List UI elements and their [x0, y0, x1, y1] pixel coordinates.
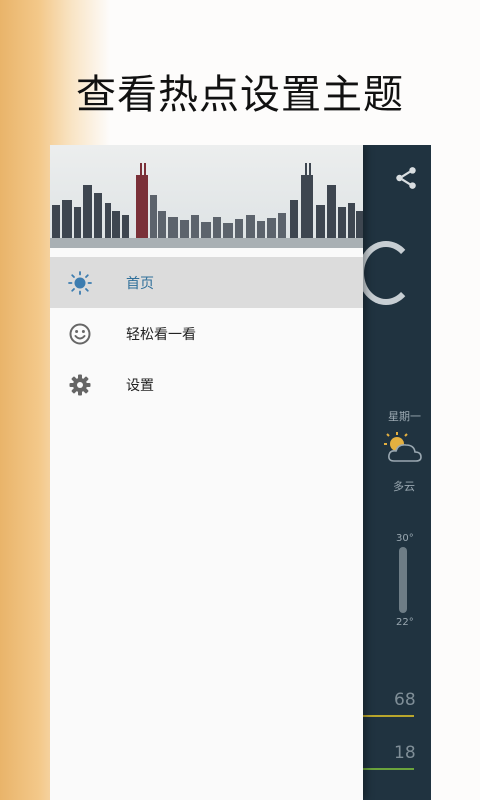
sun-icon [68, 271, 92, 295]
partly-cloudy-icon [384, 432, 422, 462]
phone-screen: 星期一 多云 30° 22° 68 18 首页 轻松看一看 设置 [50, 145, 431, 800]
share-icon[interactable] [393, 165, 419, 191]
aqi-indicator-line [360, 715, 414, 717]
temperature-low: 22° [396, 617, 414, 628]
menu-item-relax[interactable]: 轻松看一看 [50, 308, 363, 359]
menu-label-relax: 轻松看一看 [126, 327, 196, 343]
gear-icon [69, 374, 91, 396]
temperature-unit-glyph [358, 241, 414, 305]
drawer-menu: 首页 轻松看一看 设置 [50, 257, 363, 410]
pm-value: 18 [394, 743, 416, 763]
temperature-high: 30° [396, 533, 414, 544]
aqi-value: 68 [394, 690, 416, 710]
weather-condition: 多云 [393, 480, 415, 493]
temperature-range-bar [399, 547, 407, 613]
pm-indicator-line [360, 768, 414, 770]
menu-item-settings[interactable]: 设置 [50, 359, 363, 410]
menu-label-home: 首页 [126, 276, 154, 292]
menu-item-home[interactable]: 首页 [50, 257, 363, 308]
menu-label-settings: 设置 [126, 378, 154, 394]
drawer-header-image [50, 145, 363, 248]
navigation-drawer: 首页 轻松看一看 设置 [50, 145, 363, 800]
promo-headline: 查看热点设置主题 [76, 72, 404, 118]
weekday-label: 星期一 [388, 410, 421, 423]
smiley-icon [69, 323, 91, 345]
